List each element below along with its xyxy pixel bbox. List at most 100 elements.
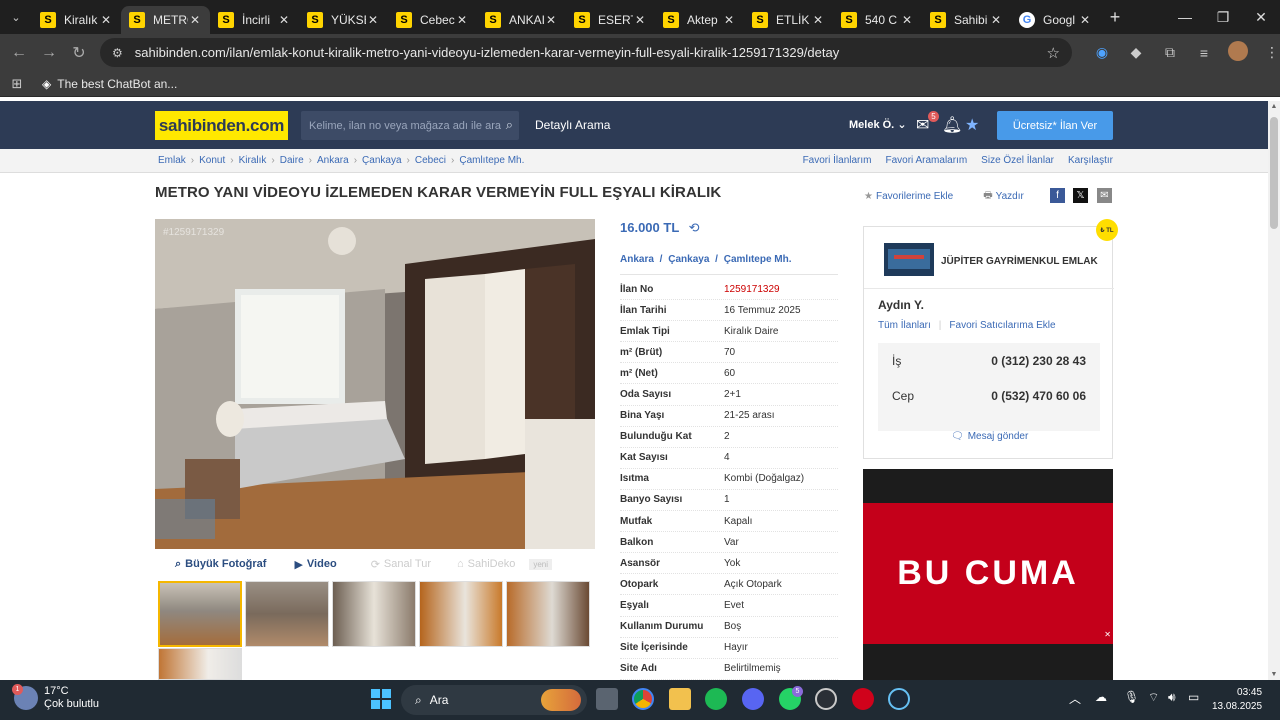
apps-grid-icon[interactable]: ⊞: [2, 76, 32, 92]
extensions-puzzle-icon[interactable]: ⧉: [1153, 44, 1187, 61]
voice-extension-icon[interactable]: ◉: [1085, 44, 1119, 61]
advanced-search-link[interactable]: Detaylı Arama: [535, 118, 610, 132]
browser-menu-icon[interactable]: ⋮: [1255, 44, 1280, 61]
browser-tab[interactable]: S YÜKSE✕: [299, 6, 388, 34]
close-window-icon[interactable]: ✕: [1242, 9, 1280, 26]
spotify-icon[interactable]: [705, 688, 727, 710]
phone-number[interactable]: 0 (532) 470 60 06: [991, 389, 1086, 403]
thumbnail[interactable]: [332, 581, 416, 647]
task-view-icon[interactable]: [596, 688, 618, 710]
thumbnail[interactable]: [158, 648, 242, 680]
taskbar-clock[interactable]: 03:45 13.08.2025: [1212, 686, 1262, 714]
tab-close-icon[interactable]: ✕: [188, 13, 202, 27]
breadcrumb-item[interactable]: Konut: [199, 155, 225, 166]
browser-tab[interactable]: S ANKAI ✕: [477, 6, 566, 34]
breadcrumb-item[interactable]: Daire: [280, 155, 304, 166]
page-scrollbar[interactable]: ▲ ▼: [1268, 101, 1280, 680]
microphone-icon[interactable]: 🎙︎: [1124, 690, 1139, 704]
advertisement[interactable]: BU CUMA ✕: [863, 469, 1113, 680]
email-share-icon[interactable]: ✉: [1097, 188, 1112, 203]
chrome-app-icon[interactable]: [632, 688, 654, 710]
breadcrumb-item[interactable]: Kiralık: [239, 155, 267, 166]
breadcrumb-item[interactable]: Ankara: [317, 155, 349, 166]
tray-overflow-chevron-icon[interactable]: ︿: [1069, 690, 1081, 707]
quick-link[interactable]: Size Özel İlanlar: [981, 155, 1054, 166]
free-listing-button[interactable]: Ücretsiz* İlan Ver: [997, 111, 1113, 140]
tab-search-chevron-icon[interactable]: ⌄: [0, 0, 32, 34]
reload-icon[interactable]: ↻: [64, 43, 94, 63]
add-favorite-link[interactable]: Favorilerime Ekle: [876, 191, 953, 202]
tab-close-icon[interactable]: ✕: [1078, 13, 1092, 27]
quick-link[interactable]: Favori İlanlarım: [803, 155, 872, 166]
office-logo[interactable]: [884, 243, 934, 276]
wifi-icon[interactable]: ⌔: [1148, 690, 1159, 705]
facebook-share-icon[interactable]: f: [1050, 188, 1065, 203]
browser-tab[interactable]: S İncirli ✕: [210, 6, 299, 34]
bookmark-star-icon[interactable]: ☆: [1047, 44, 1060, 62]
taskbar-search[interactable]: ⌕ Ara: [401, 685, 587, 715]
browser-tab[interactable]: S METRO✕: [121, 6, 210, 34]
scroll-thumb[interactable]: [1270, 117, 1278, 229]
site-info-icon[interactable]: ⚙: [112, 46, 123, 60]
quick-link[interactable]: Karşılaştır: [1068, 155, 1113, 166]
browser-tab[interactable]: S ETLİK ✕: [744, 6, 833, 34]
thumbnail[interactable]: [506, 581, 590, 647]
browser-tab[interactable]: S 540 C ✕: [833, 6, 922, 34]
back-arrow-icon[interactable]: ←: [4, 44, 34, 62]
new-tab-button[interactable]: +: [1100, 7, 1130, 28]
favorites-star-icon[interactable]: ★: [965, 115, 979, 135]
breadcrumb-item[interactable]: Cebeci: [415, 155, 446, 166]
weather-widget[interactable]: 1 17°C Çok bulutlu: [12, 684, 99, 711]
discord-icon[interactable]: [742, 688, 764, 710]
browser-tab[interactable]: S Sahibi ✕: [922, 6, 1011, 34]
forward-arrow-icon[interactable]: →: [34, 44, 64, 62]
search-icon[interactable]: ⌕: [506, 117, 513, 133]
browser-tab[interactable]: S Aktep ✕: [655, 6, 744, 34]
thumbnail[interactable]: [419, 581, 503, 647]
tab-close-icon[interactable]: ✕: [544, 13, 558, 27]
scroll-up-arrow-icon[interactable]: ▲: [1268, 103, 1280, 110]
site-logo[interactable]: sahibinden.com: [155, 111, 288, 140]
tab-close-icon[interactable]: ✕: [633, 13, 647, 27]
extension-diamond-icon[interactable]: ◆: [1119, 44, 1153, 61]
breadcrumb-item[interactable]: Emlak: [158, 155, 186, 166]
battery-icon[interactable]: ▭: [1188, 690, 1199, 704]
scroll-down-arrow-icon[interactable]: ▼: [1268, 671, 1280, 678]
location-link[interactable]: Ankara: [620, 254, 654, 265]
all-listings-link[interactable]: Tüm İlanları: [878, 320, 931, 331]
breadcrumb-item[interactable]: Çankaya: [362, 155, 401, 166]
location-link[interactable]: Çankaya: [668, 254, 709, 265]
phone-number[interactable]: 0 (312) 230 28 43: [991, 354, 1086, 368]
location-link[interactable]: Çamlıtepe Mh.: [724, 254, 792, 265]
quick-link[interactable]: Favori Aramalarım: [885, 155, 967, 166]
big-photo-button[interactable]: ⌕ Büyük Fotoğraf: [175, 558, 266, 571]
opera-icon[interactable]: [852, 688, 874, 710]
tab-close-icon[interactable]: ✕: [722, 13, 736, 27]
onedrive-cloud-icon[interactable]: ☁: [1095, 690, 1107, 704]
browser-tab[interactable]: S Kiralık ✕: [32, 6, 121, 34]
tab-close-icon[interactable]: ✕: [811, 13, 825, 27]
profile-avatar-icon[interactable]: [1221, 41, 1255, 64]
x-share-icon[interactable]: 𝕏: [1073, 188, 1088, 203]
video-button[interactable]: ▶ Video: [294, 558, 336, 571]
maximize-icon[interactable]: ❐: [1204, 9, 1242, 26]
bookmark-chatbot[interactable]: ◈ The best ChatBot an...: [42, 77, 177, 91]
tab-close-icon[interactable]: ✕: [455, 13, 469, 27]
thumbnail[interactable]: [158, 581, 242, 647]
tab-close-icon[interactable]: ✕: [366, 13, 380, 27]
notifications-bell-icon[interactable]: 🔔︎: [942, 115, 962, 135]
site-search-input[interactable]: Kelime, ilan no veya mağaza adı ile ara …: [301, 111, 519, 140]
windows-start-icon[interactable]: [371, 689, 391, 709]
add-favorite-seller-link[interactable]: Favori Satıcılarıma Ekle: [949, 320, 1055, 331]
user-menu[interactable]: Melek Ö. ⌄: [849, 118, 907, 131]
minimize-icon[interactable]: —: [1166, 9, 1204, 25]
steam-icon[interactable]: [888, 688, 910, 710]
tab-close-icon[interactable]: ✕: [99, 13, 113, 27]
thumbnail[interactable]: [245, 581, 329, 647]
breadcrumb-item[interactable]: Çamlıtepe Mh.: [459, 155, 524, 166]
media-control-icon[interactable]: ≡: [1187, 45, 1221, 61]
tab-close-icon[interactable]: ✕: [277, 13, 291, 27]
browser-tab[interactable]: S Cebeci ✕: [388, 6, 477, 34]
send-message-link[interactable]: 🗨︎ Mesaj gönder: [951, 431, 1028, 442]
tab-close-icon[interactable]: ✕: [900, 13, 914, 27]
